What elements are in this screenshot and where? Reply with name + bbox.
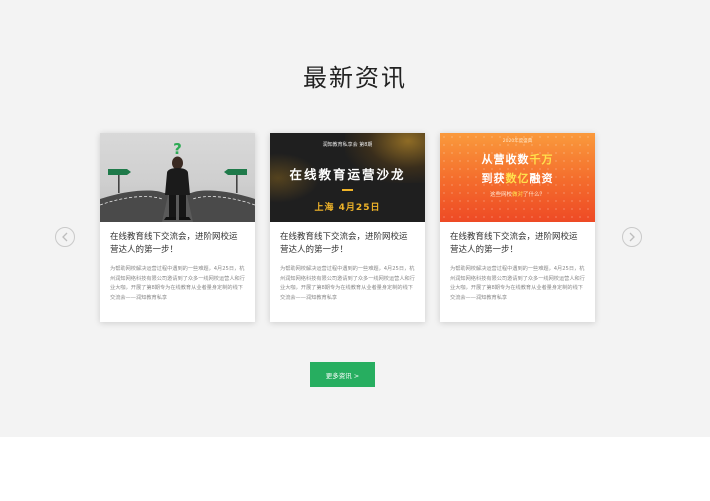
news-card-title: 在线教育线下交流会，进阶网校运营达人的第一步！	[110, 232, 238, 255]
image-headline: 在线教育运营沙龙	[289, 167, 406, 182]
carousel-prev-button[interactable]	[55, 227, 75, 247]
news-section: 最新资讯 ? 在线教育线下交流会，进阶网校运营达人的第一步！ 为帮助网校解决运营…	[0, 0, 710, 437]
news-card[interactable]: 润知教育私享会 第8期 在线教育运营沙龙 上海 4月25日 在线教育线下交流会，…	[270, 133, 425, 322]
news-card-desc: 为帮助网校解决运营过程中遇到的一些难题，4月25日，杭州润知网络科技有限公司邀请…	[110, 266, 245, 301]
more-news-button[interactable]: 更多资讯 >	[310, 362, 375, 387]
news-card-title: 在线教育线下交流会，进阶网校运营达人的第一步！	[450, 232, 578, 255]
news-card-desc: 为帮助网校解决运营过程中遇到的一些难题，4月25日，杭州润知网络科技有限公司邀请…	[450, 266, 585, 301]
news-card[interactable]: ? 在线教育线下交流会，进阶网校运营达人的第一步！ 为帮助网校解决运营过程中遇到…	[100, 133, 255, 322]
news-card-desc: 为帮助网校解决运营过程中遇到的一些难题，4月25日，杭州润知网络科技有限公司邀请…	[280, 266, 415, 301]
crossroads-illustration: ?	[100, 140, 255, 222]
image-divider	[342, 189, 353, 191]
image-line-2: 到获数亿融资	[481, 172, 554, 185]
image-date: 上海 4月25日	[314, 203, 381, 213]
section-title: 最新资讯	[303, 64, 407, 92]
news-card-title: 在线教育线下交流会，进阶网校运营达人的第一步！	[280, 232, 408, 255]
chevron-right-icon	[629, 232, 635, 242]
carousel-next-button[interactable]	[622, 227, 642, 247]
question-mark: ?	[173, 140, 182, 158]
news-card-image: ?	[100, 133, 255, 222]
news-card-image: 2020年度盛典 从营收数千万 到获数亿融资 这些网校做对了什么？	[440, 133, 595, 222]
chevron-left-icon	[62, 232, 68, 242]
news-card-image: 润知教育私享会 第8期 在线教育运营沙龙 上海 4月25日	[270, 133, 425, 222]
news-card[interactable]: 2020年度盛典 从营收数千万 到获数亿融资 这些网校做对了什么？ 在线教育线下…	[440, 133, 595, 322]
image-top-line: 2020年度盛典	[502, 139, 533, 144]
image-line-3: 这些网校做对了什么？	[489, 192, 546, 198]
image-top-line: 润知教育私享会 第8期	[322, 142, 373, 148]
image-line-1: 从营收数千万	[481, 153, 554, 166]
